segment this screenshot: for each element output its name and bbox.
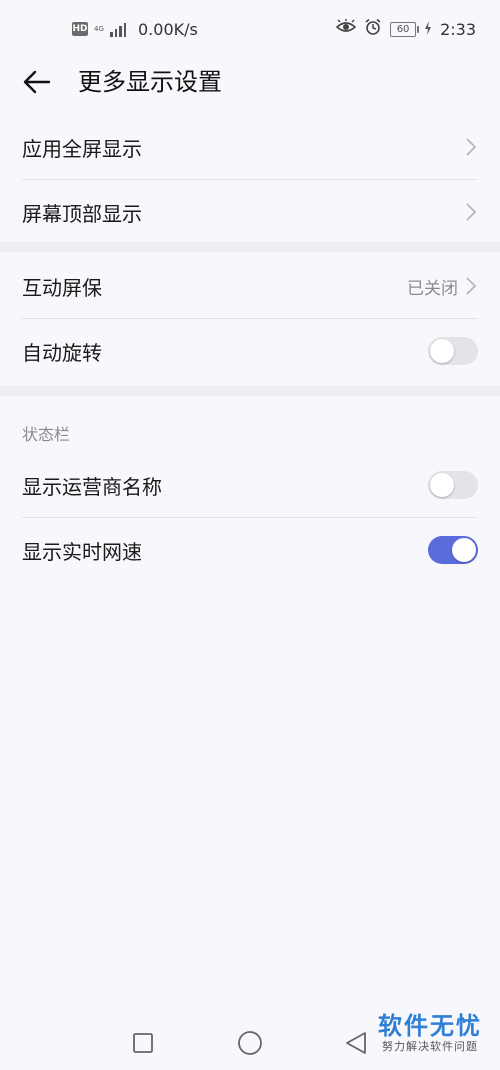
charging-icon <box>424 20 432 39</box>
status-bar: HD 4G 0.00K/s 60 2:33 <box>0 0 500 58</box>
net-speed-toggle[interactable] <box>428 536 478 564</box>
section-divider <box>0 386 500 396</box>
clock: 2:33 <box>440 19 476 39</box>
row-show-carrier-name: 显示运营商名称 <box>22 453 478 517</box>
watermark-subtitle: 努力解决软件问题 <box>382 1040 478 1053</box>
screen-group: 互动屏保 已关闭 自动旋转 <box>0 254 500 383</box>
row-interactive-screensaver[interactable]: 互动屏保 已关闭 <box>22 254 478 318</box>
back-button[interactable] <box>20 66 54 98</box>
back-triangle-icon <box>346 1032 366 1054</box>
status-bar-left: HD 4G 0.00K/s <box>72 17 198 41</box>
section-title-status-bar: 状态栏 <box>22 425 71 444</box>
arrow-left-icon <box>23 70 51 94</box>
watermark-title: 软件无忧 <box>378 1012 482 1040</box>
row-fullscreen-apps[interactable]: 应用全屏显示 <box>22 115 478 179</box>
status-bar-group: 显示运营商名称 显示实时网速 <box>0 453 500 582</box>
page-title: 更多显示设置 <box>78 68 222 96</box>
row-label: 自动旋转 <box>22 340 102 365</box>
row-label: 显示运营商名称 <box>22 474 162 499</box>
chevron-right-icon <box>464 202 478 222</box>
recents-button[interactable] <box>130 1030 156 1056</box>
row-screen-top-display[interactable]: 屏幕顶部显示 <box>22 179 478 244</box>
row-label: 显示实时网速 <box>22 539 142 564</box>
header: 更多显示设置 <box>0 58 500 106</box>
row-label: 互动屏保 <box>22 275 102 300</box>
eye-icon <box>335 19 357 39</box>
signal-icon <box>110 21 126 37</box>
nav-back-button[interactable] <box>343 1030 369 1056</box>
net-speed: 0.00K/s <box>138 19 198 39</box>
section-divider <box>0 242 500 252</box>
home-circle-icon <box>238 1031 262 1055</box>
watermark: 软件无忧 努力解决软件问题 <box>378 1012 482 1054</box>
chevron-right-icon <box>464 276 478 296</box>
row-auto-rotate: 自动旋转 <box>22 318 478 383</box>
screensaver-status: 已关闭 <box>407 278 458 299</box>
carrier-name-toggle[interactable] <box>428 471 478 499</box>
recents-square-icon <box>133 1033 153 1053</box>
battery-icon: 60 <box>390 21 420 37</box>
status-bar-right: 60 2:33 <box>335 17 476 41</box>
chevron-right-icon <box>464 137 478 157</box>
row-show-net-speed: 显示实时网速 <box>22 517 478 582</box>
auto-rotate-toggle[interactable] <box>428 337 478 365</box>
alarm-icon <box>364 18 382 40</box>
home-button[interactable] <box>237 1030 263 1056</box>
row-label: 应用全屏显示 <box>22 136 142 161</box>
row-label: 屏幕顶部显示 <box>22 201 142 226</box>
network-type: 4G <box>94 25 104 33</box>
display-group: 应用全屏显示 屏幕顶部显示 <box>0 115 500 244</box>
hd-icon: HD <box>72 22 88 36</box>
